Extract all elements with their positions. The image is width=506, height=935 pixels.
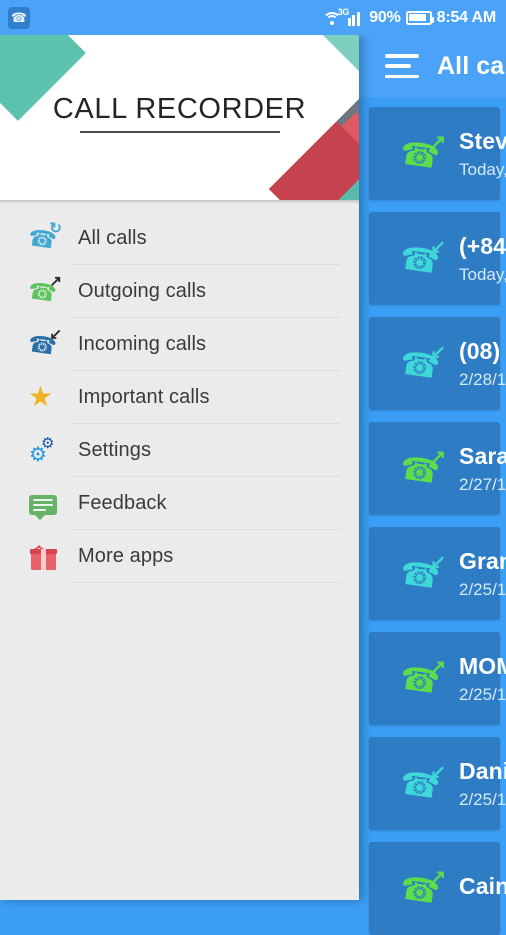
phone-outgoing-icon: ☎ ↗ <box>397 656 446 701</box>
call-list-item[interactable]: ☎↙ (+84) 0 Today, 7: <box>369 212 506 305</box>
phone-incoming-icon: ☎ ↙ <box>397 761 446 806</box>
drawer-item-label: Outgoing calls <box>78 280 207 302</box>
call-item-timestamp: Today, 10 <box>459 159 506 179</box>
app-title-wrap: CALL RECORDER <box>0 35 359 200</box>
call-list-item[interactable]: ☎↗ Sarah J 2/27/17, 3 <box>369 422 506 515</box>
drawer-item-more-apps[interactable]: ✿ More apps <box>0 530 359 583</box>
call-list-item[interactable]: ☎↙ Grandp 2/25/17, 9 <box>369 527 506 620</box>
navigation-drawer[interactable]: CALL RECORDER ☎ ↻ All calls ☎ ↗ Outgoing call… <box>0 35 359 900</box>
call-item-name: Sarah J <box>459 442 506 469</box>
drawer-item-label: More apps <box>78 545 174 567</box>
drawer-item-label: All calls <box>78 227 147 249</box>
call-item-name: Steve F <box>459 127 506 154</box>
hamburger-line <box>385 54 419 58</box>
call-item-text: Steve F Today, 10 <box>459 127 506 180</box>
hamburger-menu-icon[interactable] <box>385 54 419 78</box>
gears-settings-icon: ⚙ ⚙ <box>29 434 55 466</box>
call-item-text: Sarah J 2/27/17, 3 <box>459 442 506 495</box>
phone-outgoing-icon: ☎ ↗ <box>397 131 446 176</box>
call-list-item[interactable]: ☎↗ Steve F Today, 10 <box>369 107 506 200</box>
call-item-name: Grandp <box>459 547 506 574</box>
drawer-item-label: Feedback <box>78 492 167 514</box>
call-item-timestamp: Today, 7: <box>459 264 506 284</box>
drawer-item-label: Important calls <box>78 386 210 408</box>
drawer-header-shadow <box>0 200 359 204</box>
drawer-item-label: Incoming calls <box>78 333 207 355</box>
call-item-text: (+84) 0 Today, 7: <box>459 232 506 285</box>
phone-outgoing-icon: ☎ ↗ <box>397 446 446 491</box>
drawer-item-outgoing-calls[interactable]: ☎ ↗ Outgoing calls <box>0 265 359 318</box>
call-item-timestamp: 2/28/17, 6 <box>459 369 506 389</box>
status-bar: ☎ 3G 90% 8:54 AM <box>0 0 506 35</box>
gift-more-apps-icon: ✿ <box>27 540 61 574</box>
call-item-name: (08) 419 <box>459 337 506 364</box>
call-item-text: MOM 2/25/17, 8 <box>459 652 506 705</box>
phone-incoming-icon: ☎ ↙ <box>397 236 446 281</box>
call-list-item[interactable]: ☎↙ Daniell 2/25/17, 4 <box>369 737 506 830</box>
drawer-item-all-calls[interactable]: ☎ ↻ All calls <box>0 212 359 265</box>
signal-bars-icon: 3G <box>338 7 365 26</box>
drawer-item-settings[interactable]: ⚙ ⚙ Settings <box>0 424 359 477</box>
hamburger-line <box>385 64 411 68</box>
drawer-header: CALL RECORDER <box>0 35 359 200</box>
phone-outgoing-icon: ☎ ↗ <box>26 272 62 307</box>
feedback-message-icon <box>27 487 61 521</box>
phone-incoming-icon: ☎ ↙ <box>397 551 446 596</box>
star-icon: ★ <box>28 380 54 412</box>
call-list-item[interactable]: ☎↗ MOM 2/25/17, 8 <box>369 632 506 725</box>
phone-all-calls-icon: ☎ ↻ <box>26 219 62 254</box>
drawer-item-label: Settings <box>78 439 152 461</box>
app-title: CALL RECORDER <box>52 92 307 125</box>
call-item-name: (+84) 0 <box>459 232 506 259</box>
call-item-text: Grandp 2/25/17, 9 <box>459 547 506 600</box>
app-notification-icon: ☎ <box>8 6 30 29</box>
call-item-text: (08) 419 2/28/17, 6 <box>459 337 506 390</box>
call-item-name: Daniell <box>459 757 506 784</box>
battery-percent-label: 90% <box>369 8 401 26</box>
phone-incoming-icon: ☎ ↙ <box>397 341 446 386</box>
call-list-item[interactable]: ☎↙ (08) 419 2/28/17, 6 <box>369 317 506 410</box>
call-item-timestamp: 2/25/17, 9 <box>459 579 506 599</box>
call-item-name: Caintin <box>459 872 506 899</box>
status-bar-notifications: ☎ <box>8 6 30 29</box>
phone-outgoing-icon: ☎ ↗ <box>397 866 446 911</box>
drawer-item-incoming-calls[interactable]: ☎ ↙ Incoming calls <box>0 318 359 371</box>
status-bar-clock: 8:54 AM <box>436 8 497 26</box>
battery-icon <box>405 10 434 25</box>
drawer-item-feedback[interactable]: Feedback <box>0 477 359 530</box>
hamburger-line <box>385 74 419 78</box>
drawer-menu[interactable]: ☎ ↻ All calls ☎ ↗ Outgoing calls ☎ ↙ Incoming ca… <box>0 200 359 583</box>
status-bar-indicators: 3G 90% 8:54 AM <box>322 7 497 27</box>
phone-incoming-icon: ☎ ↙ <box>26 325 62 360</box>
call-item-timestamp: 2/25/17, 8 <box>459 684 506 704</box>
drawer-item-important-calls[interactable]: ★ Important calls <box>0 371 359 424</box>
call-item-text: Daniell 2/25/17, 4 <box>459 757 506 810</box>
call-item-name: MOM <box>459 652 506 679</box>
call-item-timestamp: 2/27/17, 3 <box>459 474 506 494</box>
app-title-underline <box>79 130 280 133</box>
toolbar-title: All calls <box>437 51 506 80</box>
call-list-item[interactable]: ☎↗ Caintin <box>369 842 506 935</box>
network-type-label: 3G <box>337 7 350 17</box>
call-item-timestamp: 2/25/17, 4 <box>459 789 506 809</box>
